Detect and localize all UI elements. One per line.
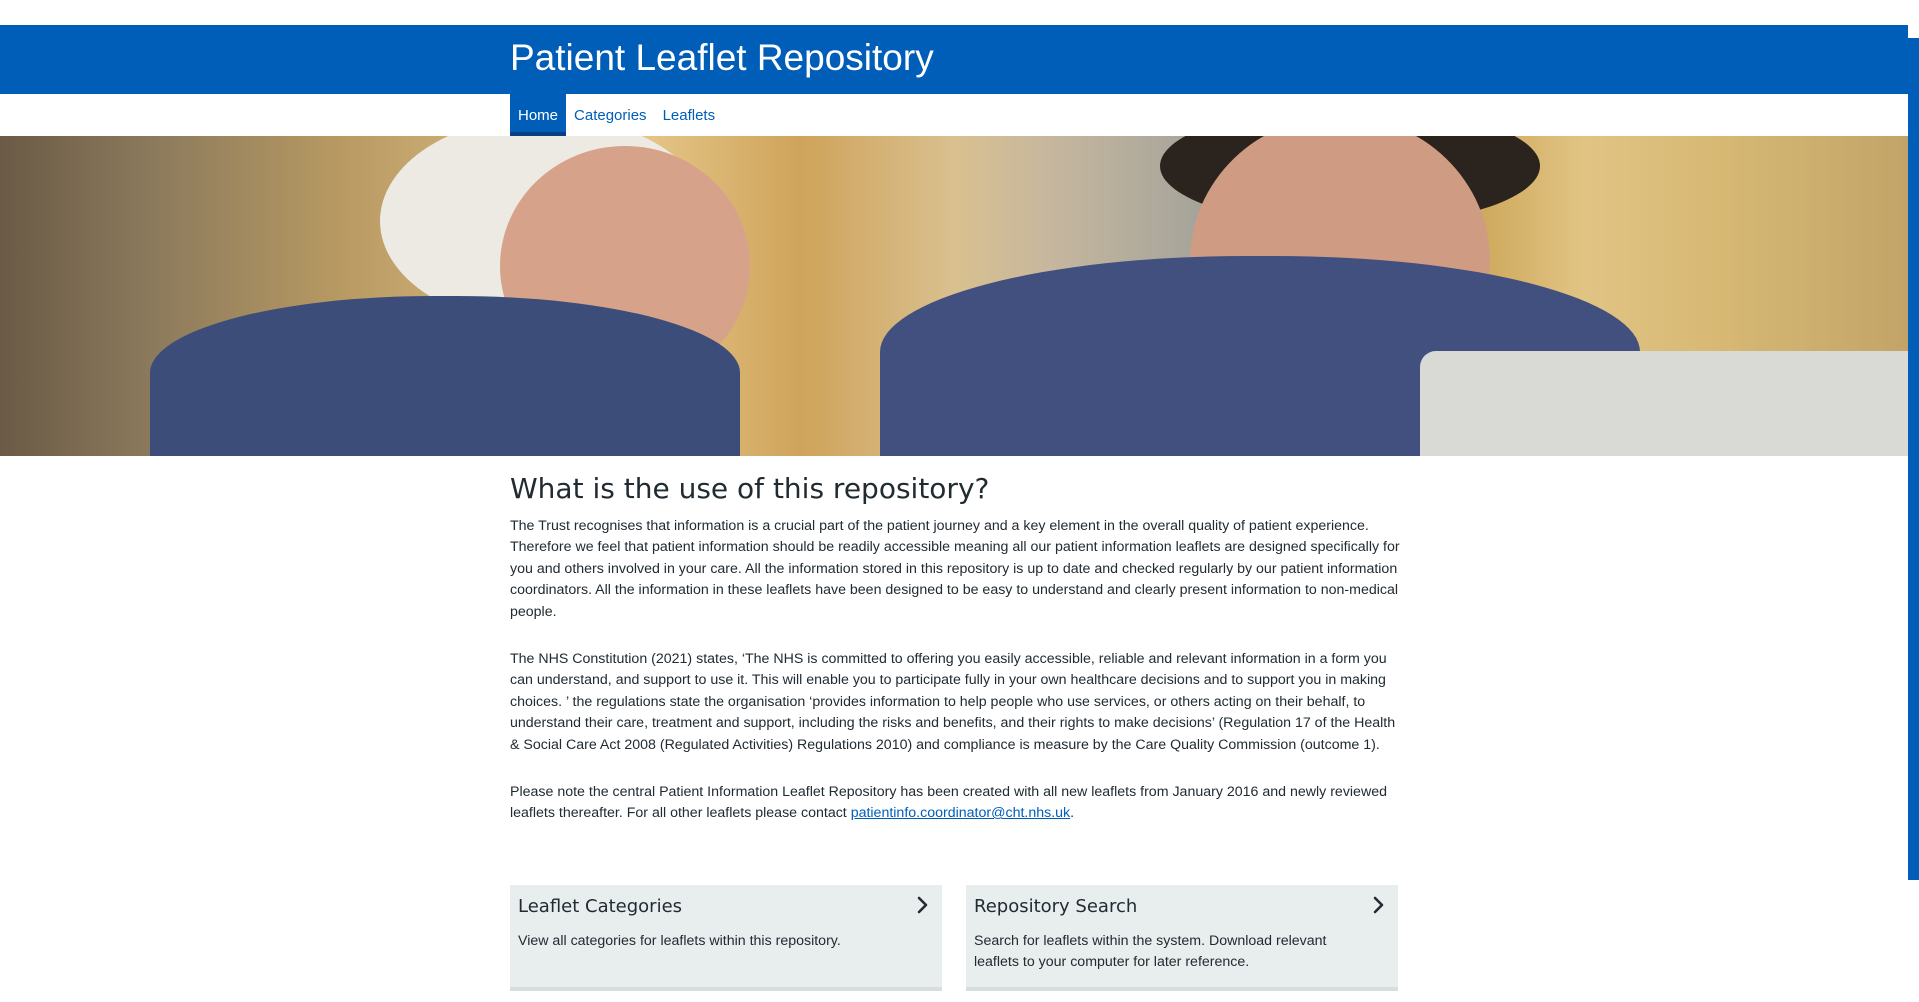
card-group: Leaflet Categories View all categories f… <box>510 885 1400 991</box>
repository-search-card[interactable]: Repository Search Search for leaflets wi… <box>966 885 1398 991</box>
scrollbar[interactable] <box>1908 38 1919 880</box>
chevron-right-icon <box>1373 896 1384 914</box>
site-title[interactable]: Patient Leaflet Repository <box>510 37 934 79</box>
contact-email-link[interactable]: patientinfo.coordinator@cht.nhs.uk <box>851 805 1070 821</box>
main-content: What is the use of this repository? The … <box>510 472 1400 850</box>
nav-item-home[interactable]: Home <box>510 94 567 136</box>
card-description: Search for leaflets within the system. D… <box>974 933 1327 970</box>
card-title[interactable]: Repository Search <box>974 896 1390 917</box>
constitution-paragraph: The NHS Constitution (2021) states, ‘The… <box>510 650 1396 753</box>
page-heading: What is the use of this repository? <box>510 472 990 505</box>
hero-monitor <box>1420 351 1908 456</box>
site-header: Patient Leaflet Repository <box>0 25 1908 94</box>
hero-figure-uniform-left <box>150 296 740 456</box>
leaflet-categories-card[interactable]: Leaflet Categories View all categories f… <box>510 885 942 991</box>
main-navigation: Home Categories Leaflets <box>0 94 1908 136</box>
contact-paragraph: Please note the central Patient Informat… <box>510 782 1400 825</box>
intro-paragraph: The Trust recognises that information is… <box>510 517 1400 620</box>
card-description: View all categories for leaflets within … <box>518 933 841 949</box>
hero-image <box>0 136 1908 456</box>
chevron-right-icon <box>917 896 928 914</box>
card-title[interactable]: Leaflet Categories <box>518 896 934 917</box>
nav-item-leaflets[interactable]: Leaflets <box>655 94 724 136</box>
top-bar <box>0 0 1908 25</box>
contact-suffix: . <box>1070 805 1075 822</box>
nav-item-categories[interactable]: Categories <box>566 94 655 136</box>
